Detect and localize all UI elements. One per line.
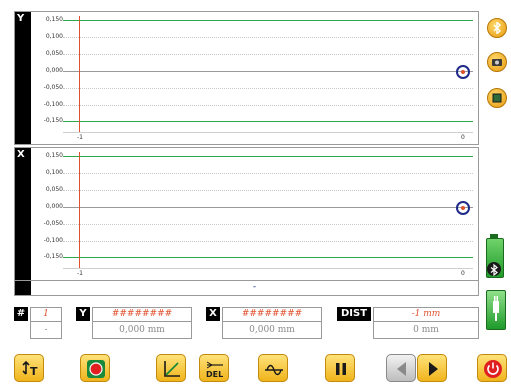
- screen-button[interactable]: [487, 88, 507, 108]
- y-tick: -0,050: [43, 84, 63, 91]
- grid-line: [63, 190, 473, 191]
- previous-button[interactable]: [386, 354, 416, 382]
- x-readout-label: X: [206, 307, 220, 321]
- cursor-line: [79, 16, 80, 132]
- y-tick: 0,150: [45, 152, 63, 159]
- y-tick: 0,100: [45, 169, 63, 176]
- tare-icon: T: [22, 360, 38, 378]
- grid-line: [63, 224, 473, 225]
- x-readout-mm: 0,000 mm: [222, 321, 322, 339]
- grid-line: [63, 37, 473, 38]
- x-plot-panel: X 0,150 0,100 0,050 0,000 -0,050 -0,100 …: [14, 147, 479, 281]
- y-tick: -0,050: [43, 220, 63, 227]
- zero-line: [63, 207, 473, 208]
- power-button[interactable]: [477, 354, 507, 382]
- prev-icon: [397, 362, 406, 376]
- y-tick: -0,150: [43, 117, 63, 124]
- y-readout-value: ########: [111, 309, 173, 319]
- svg-text:DEL: DEL: [206, 370, 223, 379]
- y-tick: 0,050: [45, 186, 63, 193]
- y-tick: 0,150: [45, 16, 63, 23]
- delete-icon: DEL: [206, 361, 223, 379]
- wave-button[interactable]: [258, 354, 288, 382]
- dist-value: -1 mm: [411, 309, 441, 319]
- y-tick: 0,000: [45, 203, 63, 210]
- zero-line: [63, 71, 473, 72]
- record-button[interactable]: [80, 354, 110, 382]
- camera-button[interactable]: [487, 52, 507, 72]
- x-min-tick: -1: [77, 134, 83, 141]
- bluetooth-button[interactable]: [487, 18, 507, 38]
- x-min-tick: -1: [77, 270, 83, 277]
- y-readout-mm: 0,000 mm: [92, 321, 192, 339]
- lower-limit-line: [63, 257, 473, 258]
- status-text: -: [252, 282, 257, 292]
- cursor-line: [79, 152, 80, 268]
- index-label: #: [14, 307, 28, 321]
- next-button[interactable]: [417, 354, 447, 382]
- status-bar: -: [14, 280, 479, 296]
- battery-cap: [490, 234, 498, 238]
- upper-limit-line: [63, 156, 473, 157]
- grid-line: [63, 105, 473, 106]
- index-value: 1: [43, 309, 49, 319]
- record-icon: [87, 360, 105, 378]
- x-axis-tag: X: [15, 148, 31, 280]
- pause-icon: [336, 363, 346, 375]
- y-tick: 0,100: [45, 33, 63, 40]
- screen-icon: [492, 93, 502, 103]
- next-icon: [429, 362, 438, 376]
- grid-line: [63, 173, 473, 174]
- y-tick: -0,150: [43, 253, 63, 260]
- svg-text:T: T: [30, 365, 38, 378]
- x-max-tick: 0: [461, 270, 465, 277]
- x-axis-line: [63, 132, 473, 133]
- wave-icon: [265, 364, 283, 376]
- slope-button[interactable]: [156, 354, 186, 382]
- y-tick: 0,000: [45, 67, 63, 74]
- x-max-tick: 0: [461, 134, 465, 141]
- y-tick: 0,050: [45, 50, 63, 57]
- power-plug-icon: [486, 290, 506, 330]
- grid-line: [63, 54, 473, 55]
- y-readout-label: Y: [76, 307, 90, 321]
- lower-limit-line: [63, 121, 473, 122]
- x-axis-line: [63, 268, 473, 269]
- pause-button[interactable]: [325, 354, 355, 382]
- tare-button[interactable]: T: [14, 354, 44, 382]
- x-readout-value: ########: [241, 309, 303, 319]
- y-axis-tag: Y: [15, 12, 31, 144]
- bluetooth-icon: [493, 22, 502, 34]
- camera-icon: [492, 59, 502, 66]
- grid-line: [63, 241, 473, 242]
- dist-label: DIST: [337, 307, 371, 321]
- delete-button[interactable]: DEL: [199, 354, 229, 382]
- slope-icon: [164, 361, 180, 377]
- y-plot-panel: Y 0,150 0,100 0,050 0,000 -0,050 -0,100 …: [14, 11, 479, 145]
- position-target-icon: [456, 65, 470, 79]
- upper-limit-line: [63, 20, 473, 21]
- y-tick: -0,100: [43, 237, 63, 244]
- index-sub-value: -: [30, 321, 62, 339]
- bluetooth-status-icon: [487, 262, 501, 277]
- grid-line: [63, 88, 473, 89]
- dist-mm: 0 mm: [373, 321, 479, 339]
- status-bar-tag: [15, 281, 31, 295]
- position-target-icon: [456, 201, 470, 215]
- y-axis-tag-label: Y: [17, 13, 25, 24]
- power-icon: [484, 360, 502, 378]
- x-axis-tag-label: X: [17, 149, 25, 160]
- y-tick: -0,100: [43, 101, 63, 108]
